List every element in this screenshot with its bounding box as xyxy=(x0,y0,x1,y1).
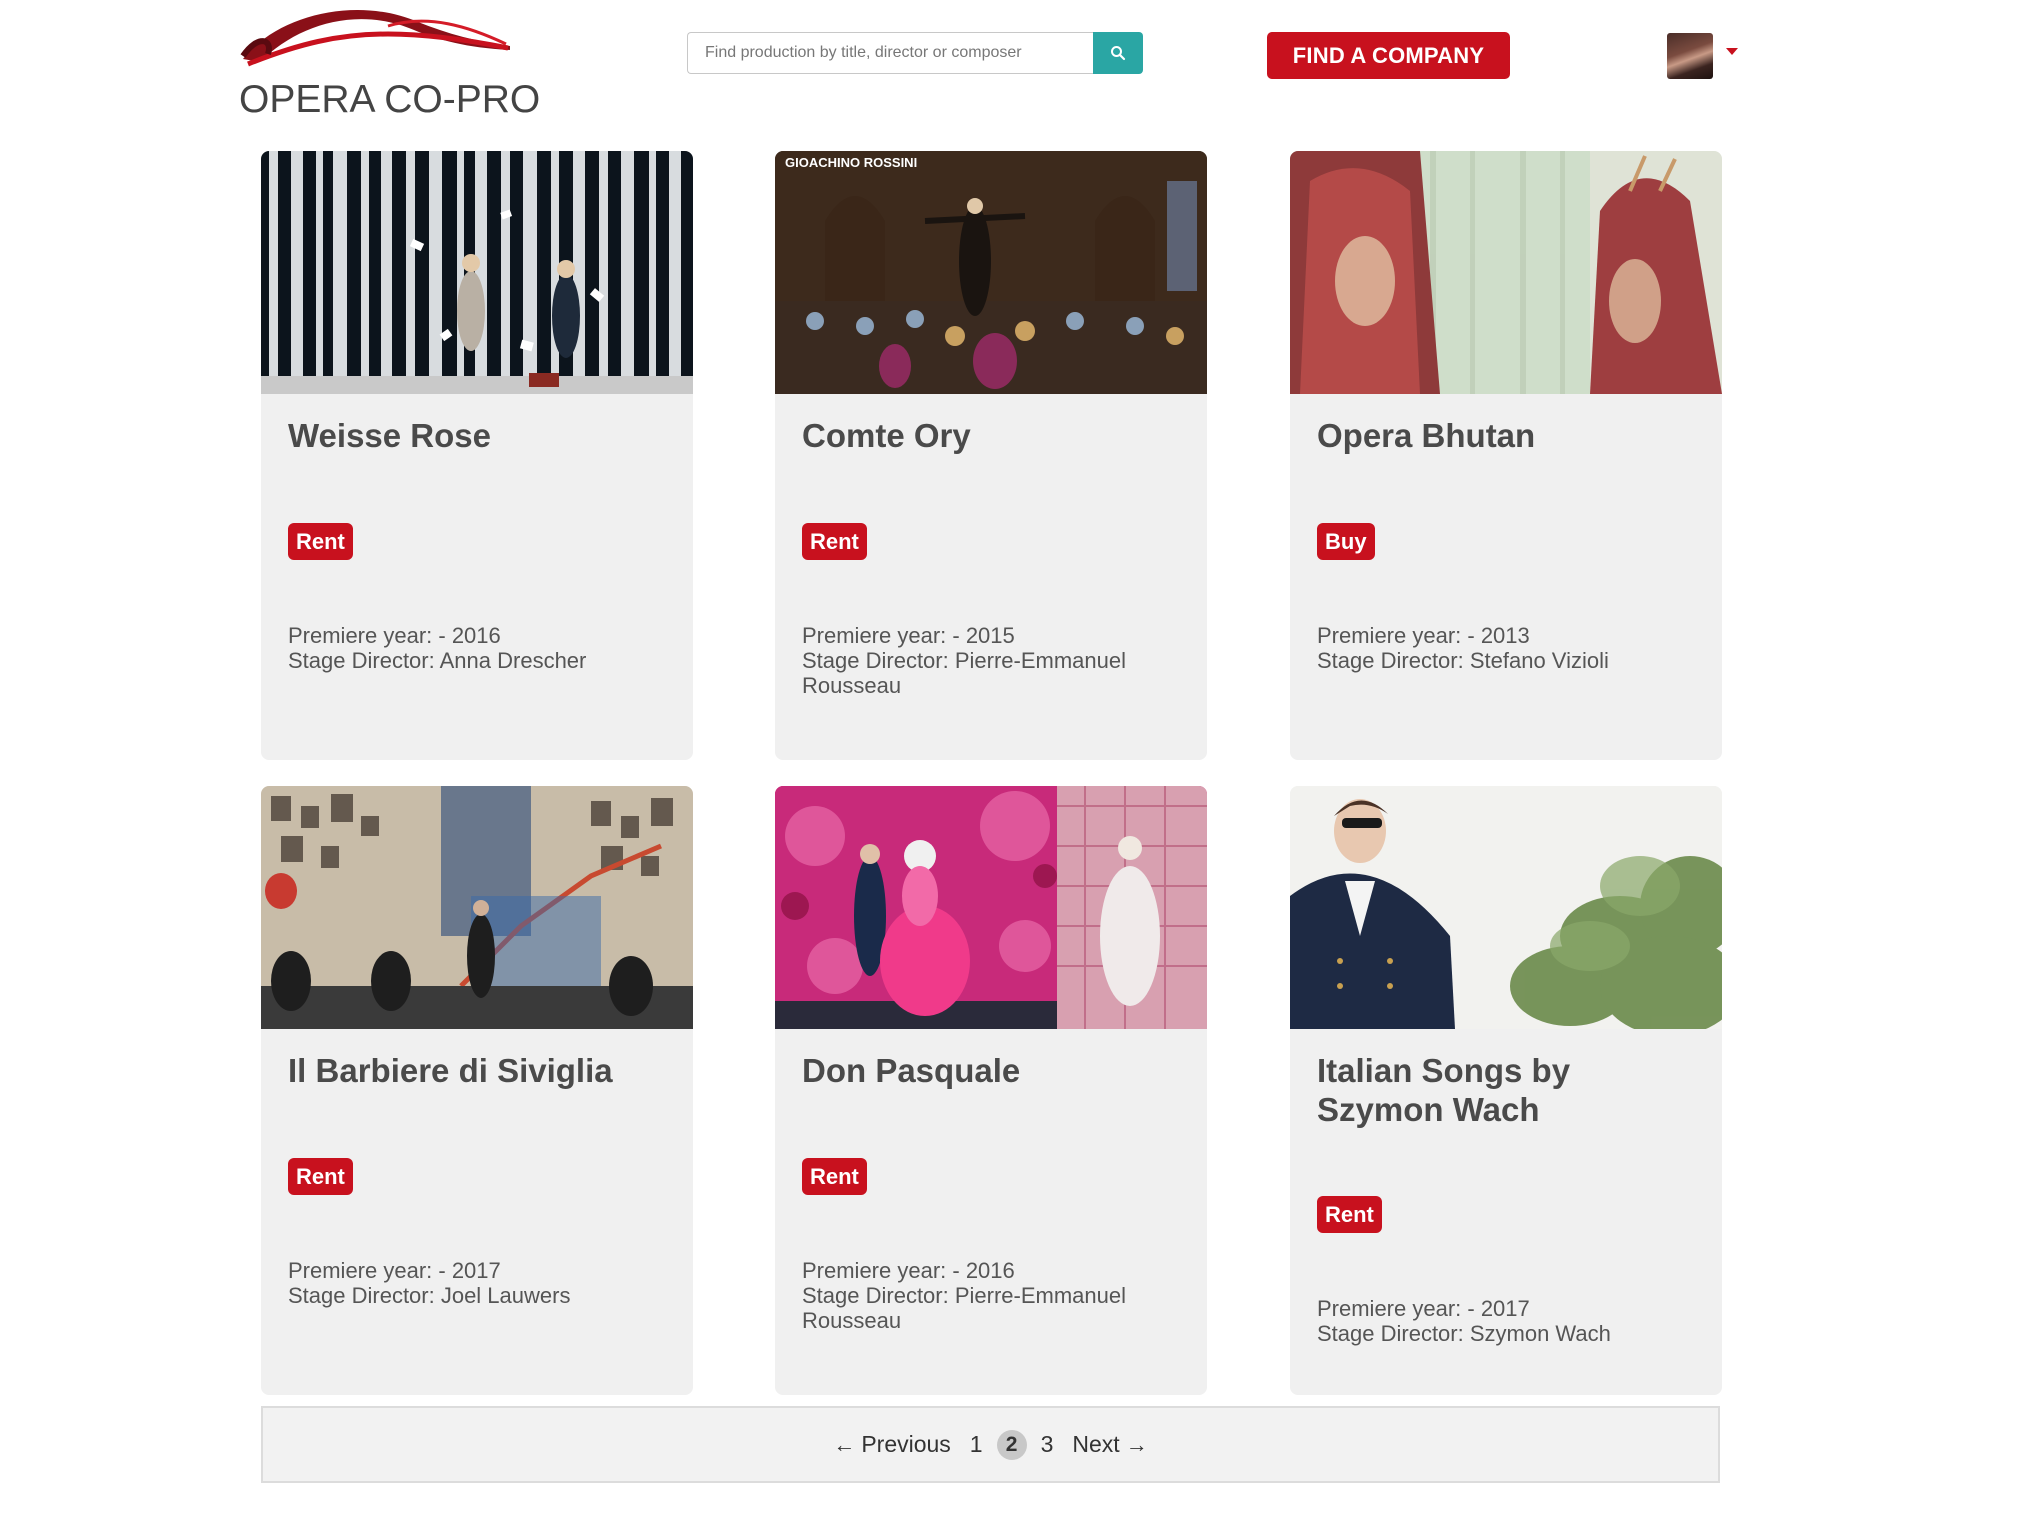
production-card[interactable]: Italian Songs by Szymon Wach Rent Premie… xyxy=(1290,786,1722,1395)
production-title[interactable]: Opera Bhutan xyxy=(1317,416,1702,455)
logo-swoosh-icon xyxy=(240,9,510,67)
arrow-left-icon: ← xyxy=(833,1431,856,1457)
stage-director-cont: Rousseau xyxy=(802,673,902,698)
production-image[interactable]: GIOACHINO ROSSINI xyxy=(775,151,1207,394)
find-company-button[interactable]: FIND A COMPANY xyxy=(1267,32,1510,79)
search-bar xyxy=(687,32,1143,74)
production-card[interactable]: Il Barbiere di Siviglia Rent Premiere ye… xyxy=(261,786,693,1395)
stage-director: Stage Director: Stefano Vizioli xyxy=(1317,648,1609,673)
production-image[interactable] xyxy=(261,786,693,1029)
rent-badge: Rent xyxy=(802,523,867,560)
production-card[interactable]: GIOACHINO ROSSINI Comte Ory Rent Premier… xyxy=(775,151,1207,760)
rent-badge: Rent xyxy=(288,1158,353,1195)
arrow-right-icon: → xyxy=(1125,1431,1148,1457)
search-input[interactable] xyxy=(687,32,1093,74)
production-meta: Premiere year: - 2016 Stage Director: Pi… xyxy=(802,1258,1197,1333)
pagination: ← Previous 1 2 3 Next → xyxy=(261,1406,1720,1483)
production-meta: Premiere year: - 2017 Stage Director: Sz… xyxy=(1317,1296,1712,1346)
production-card[interactable]: Weisse Rose Rent Premiere year: - 2016 S… xyxy=(261,151,693,760)
stage-director: Stage Director: Szymon Wach xyxy=(1317,1321,1611,1346)
production-card[interactable]: Don Pasquale Rent Premiere year: - 2016 … xyxy=(775,786,1207,1395)
production-meta: Premiere year: - 2017 Stage Director: Jo… xyxy=(288,1258,683,1308)
next-label: Next xyxy=(1072,1431,1120,1457)
premiere-year: Premiere year: - 2013 xyxy=(1317,623,1530,648)
stage-director: Stage Director: Pierre-Emmanuel xyxy=(802,1283,1127,1308)
production-meta: Premiere year: - 2013 Stage Director: St… xyxy=(1317,623,1712,673)
page-link-2-current[interactable]: 2 xyxy=(996,1429,1027,1460)
premiere-year: Premiere year: - 2017 xyxy=(1317,1296,1530,1321)
production-title[interactable]: Weisse Rose xyxy=(288,416,673,455)
production-title[interactable]: Il Barbiere di Siviglia xyxy=(288,1051,673,1090)
production-image[interactable] xyxy=(261,151,693,394)
production-image[interactable] xyxy=(1290,151,1722,394)
stage-director: Stage Director: Anna Drescher xyxy=(288,648,587,673)
production-image[interactable] xyxy=(775,786,1207,1029)
production-meta: Premiere year: - 2016 Stage Director: An… xyxy=(288,623,683,673)
logo-text: OPERA CO-PRO xyxy=(239,78,541,121)
rent-badge: Rent xyxy=(288,523,353,560)
page-link-3[interactable]: 3 xyxy=(1041,1431,1054,1458)
production-title[interactable]: Comte Ory xyxy=(802,416,1187,455)
production-card[interactable]: Opera Bhutan Buy Premiere year: - 2013 S… xyxy=(1290,151,1722,760)
premiere-year: Premiere year: - 2016 xyxy=(802,1258,1015,1283)
rent-badge: Rent xyxy=(802,1158,867,1195)
page-link-1[interactable]: 1 xyxy=(970,1431,983,1458)
buy-badge: Buy xyxy=(1317,523,1375,560)
premiere-year: Premiere year: - 2015 xyxy=(802,623,1015,648)
premiere-year: Premiere year: - 2017 xyxy=(288,1258,501,1283)
next-page-link[interactable]: Next → xyxy=(1072,1431,1147,1458)
rent-badge: Rent xyxy=(1317,1196,1382,1233)
site-logo[interactable]: OPERA CO-PRO xyxy=(238,4,540,121)
production-image[interactable] xyxy=(1290,786,1722,1029)
chevron-down-icon[interactable] xyxy=(1726,48,1738,55)
production-title[interactable]: Don Pasquale xyxy=(802,1051,1187,1090)
production-title-line: Italian Songs by xyxy=(1317,1052,1571,1089)
user-avatar[interactable] xyxy=(1667,33,1713,79)
production-title-line: Szymon Wach xyxy=(1317,1091,1540,1128)
stage-director: Stage Director: Pierre-Emmanuel xyxy=(802,648,1127,673)
image-caption: GIOACHINO ROSSINI xyxy=(785,155,917,170)
previous-page-link[interactable]: ← Previous xyxy=(833,1431,950,1458)
stage-director: Stage Director: Joel Lauwers xyxy=(288,1283,571,1308)
production-meta: Premiere year: - 2015 Stage Director: Pi… xyxy=(802,623,1197,698)
premiere-year: Premiere year: - 2016 xyxy=(288,623,501,648)
search-icon xyxy=(1111,46,1126,61)
previous-label: Previous xyxy=(861,1431,951,1457)
search-button[interactable] xyxy=(1093,32,1143,74)
stage-director-cont: Rousseau xyxy=(802,1308,902,1333)
production-title[interactable]: Italian Songs by Szymon Wach xyxy=(1317,1051,1702,1129)
